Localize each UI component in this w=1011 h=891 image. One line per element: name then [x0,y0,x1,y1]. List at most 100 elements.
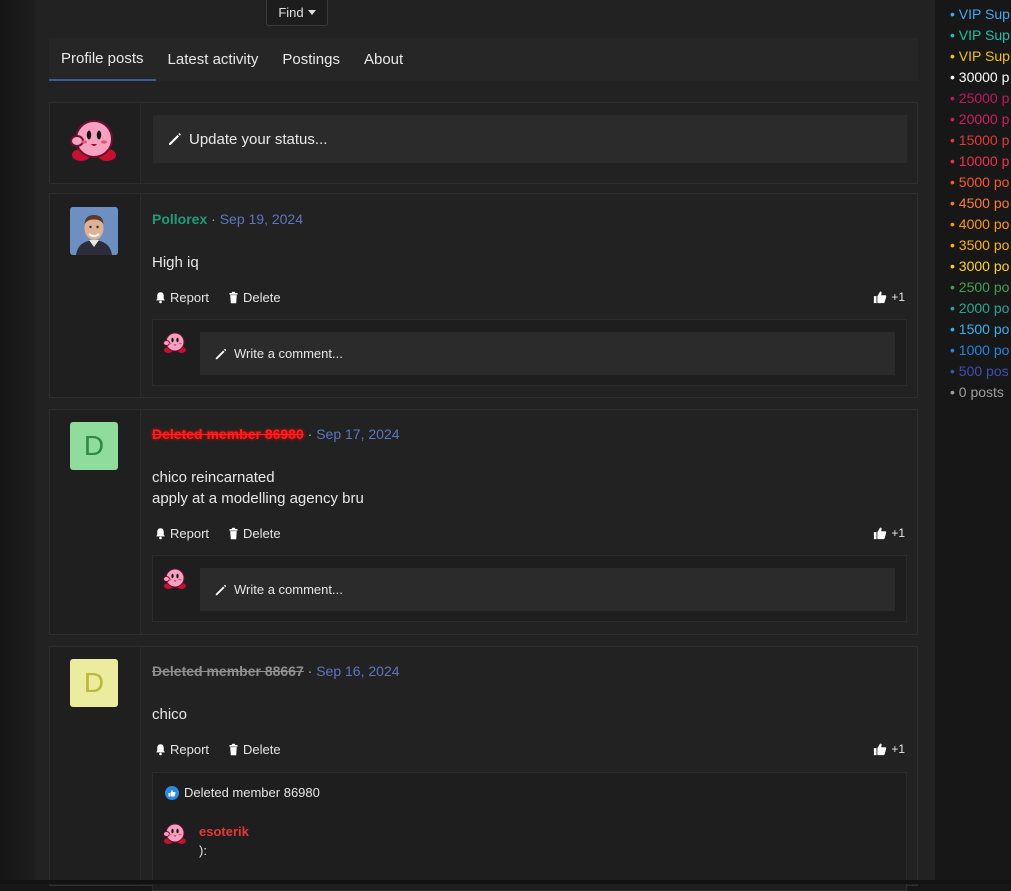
post-actions: Report Delete [154,290,281,305]
like-button[interactable]: +1 [873,526,905,540]
thumbs-up-icon [873,742,887,756]
profile-post: D Deleted member 88667 · Sep 16, 2024 ch… [49,646,918,891]
meta-separator: · [303,426,317,442]
post-text-line: chico reincarnated [152,469,275,486]
comment-text: ): [199,843,207,858]
tab-latest-activity[interactable]: Latest activity [156,38,271,81]
post-actions: Report Delete [154,526,281,541]
report-button[interactable]: Report [154,526,209,541]
legend-item: • 25000 p [950,90,1010,106]
reaction-summary[interactable]: Deleted member 86980 [165,785,320,800]
find-button-label: Find [278,5,304,20]
post-meta: Deleted member 88667 · Sep 16, 2024 [152,663,400,679]
pencil-icon [214,583,228,597]
report-label: Report [170,290,210,305]
post-author[interactable]: Deleted member 88667 [152,663,304,679]
post-actions: Report Delete [154,742,281,757]
report-button[interactable]: Report [154,742,209,757]
reacted-by: Deleted member 86980 [184,785,320,800]
tab-postings[interactable]: Postings [270,38,352,81]
kirby-avatar[interactable] [163,821,187,845]
bell-icon [154,527,167,540]
trash-icon [227,527,240,540]
bell-icon [154,743,167,756]
like-button[interactable]: +1 [873,742,905,756]
tab-about[interactable]: About [352,38,415,81]
delete-button[interactable]: Delete [227,742,281,757]
post-meta: Pollorex · Sep 19, 2024 [152,211,303,227]
legend-item: • VIP Sup [950,48,1010,64]
delete-button[interactable]: Delete [227,290,281,305]
trash-icon [227,291,240,304]
like-count: +1 [891,526,905,540]
meta-separator: · [207,211,220,227]
post-date[interactable]: Sep 17, 2024 [316,426,399,442]
legend-item: • 2000 po [950,300,1010,316]
delete-label: Delete [243,290,281,305]
legend-item: • 30000 p [950,69,1010,85]
delete-label: Delete [243,742,281,757]
post-body: chico [152,704,187,725]
like-button[interactable]: +1 [873,290,905,304]
comment-input[interactable]: Write a comment... [200,332,895,375]
like-count: +1 [891,290,905,304]
chevron-down-icon [307,10,316,15]
avatar[interactable] [70,207,118,255]
status-update-box: Update your status... [49,102,918,184]
legend-item: • 4500 po [950,195,1010,211]
report-button[interactable]: Report [154,290,209,305]
trash-icon [227,743,240,756]
tab-profile-posts[interactable]: Profile posts [49,38,156,81]
legend-item: • 5000 po [950,174,1010,190]
legend-item: • VIP Sup [950,27,1010,43]
status-placeholder: Update your status... [189,130,328,148]
kirby-avatar[interactable] [70,115,118,163]
post-text-line: apply at a modelling agency bru [152,490,364,507]
avatar[interactable]: D [70,422,118,470]
post-date[interactable]: Sep 16, 2024 [316,663,399,679]
comment-box: Write a comment... [152,319,907,386]
comment-input[interactable]: Write a comment... [200,568,895,611]
post-author[interactable]: Deleted member 86980 [152,426,304,442]
delete-label: Delete [243,526,281,541]
report-label: Report [170,742,210,757]
post-text-line: chico [152,706,188,723]
legend-item: • 1000 po [950,342,1010,358]
legend-item: • 3500 po [950,237,1010,253]
find-button[interactable]: Find [266,0,328,26]
thumbs-up-icon [873,290,887,304]
bottom-edge [0,880,1011,884]
legend-item: • 15000 p [950,132,1010,148]
thumbs-up-icon [873,526,887,540]
pencil-icon [214,347,228,361]
legend-item: • 20000 p [950,111,1010,127]
like-count: +1 [891,742,905,756]
post-date[interactable]: Sep 19, 2024 [220,211,303,227]
post-author[interactable]: Pollorex [152,211,207,227]
profile-post: D Deleted member 86980 · Sep 17, 2024 ch… [49,409,918,635]
post-body: High iq [152,252,199,273]
legend-item: • 10000 p [950,153,1010,169]
avatar[interactable]: D [70,659,118,707]
pencil-icon [167,131,183,147]
kirby-avatar[interactable] [163,330,187,354]
legend-item: • 2500 po [950,279,1010,295]
status-input[interactable]: Update your status... [153,115,907,163]
legend-item: • 4000 po [950,216,1010,232]
person-photo-icon [70,207,118,255]
delete-button[interactable]: Delete [227,526,281,541]
comment-author[interactable]: esoterik [199,824,249,839]
legend-item: • 3000 po [950,258,1010,274]
reactions-bar: Deleted member 86980 [152,772,907,812]
kirby-avatar[interactable] [163,566,187,590]
group-legend: • VIP Sup • VIP Sup • VIP Sup • 30000 p • 25… [950,4,1011,403]
post-text-line: High iq [152,254,199,271]
comment-placeholder: Write a comment... [234,582,343,597]
comment-placeholder: Write a comment... [234,346,343,361]
post-meta: Deleted member 86980 · Sep 17, 2024 [152,426,400,442]
profile-tabs: Profile posts Latest activity Postings A… [49,38,918,81]
profile-post: Pollorex · Sep 19, 2024 High iq Report D… [49,193,918,398]
legend-item: • 1500 po [950,321,1010,337]
meta-separator: · [303,663,317,679]
page-left-shade [0,0,35,884]
